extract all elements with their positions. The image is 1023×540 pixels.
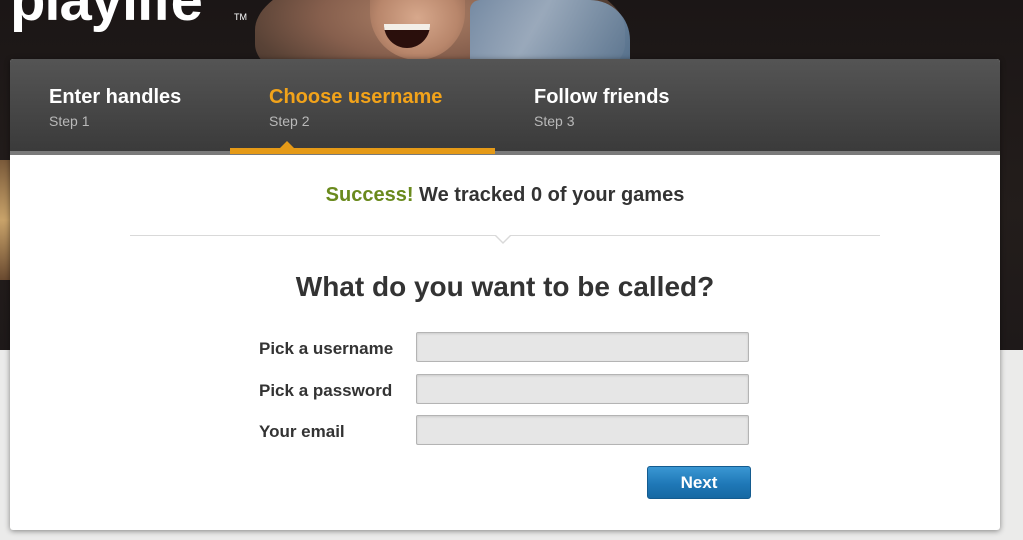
step-follow-friends[interactable]: Follow friends Step 3 [534,85,670,129]
step-title: Follow friends [534,86,670,108]
step-title: Choose username [269,86,443,108]
step-progress-bar: Enter handles Step 1 Choose username Ste… [10,59,1000,155]
success-message: Success! We tracked 0 of your games [10,184,1000,207]
step-title: Enter handles [49,86,182,108]
brand-trademark: TM [234,12,247,22]
password-input[interactable] [416,374,749,404]
signup-card: Enter handles Step 1 Choose username Ste… [10,59,1000,530]
divider-caret-inner [496,235,510,242]
form-heading: What do you want to be called? [295,271,715,302]
email-input[interactable] [416,415,749,445]
brand-logo[interactable]: playlife [10,0,203,30]
step-number: Step 3 [534,113,575,129]
active-step-caret [280,141,294,148]
username-label: Pick a username [259,339,394,358]
step-number: Step 2 [269,113,310,129]
step-number: Step 1 [49,113,90,129]
email-label: Your email [259,422,345,441]
step-enter-handles[interactable]: Enter handles Step 1 [49,85,181,129]
password-label: Pick a password [259,381,393,400]
username-input[interactable] [416,332,749,362]
active-step-indicator [230,148,495,154]
success-label: Success! [325,184,414,206]
step-choose-username[interactable]: Choose username Step 2 [269,85,442,129]
next-button[interactable]: Next [647,466,751,499]
success-detail: We tracked 0 of your games [419,184,685,206]
